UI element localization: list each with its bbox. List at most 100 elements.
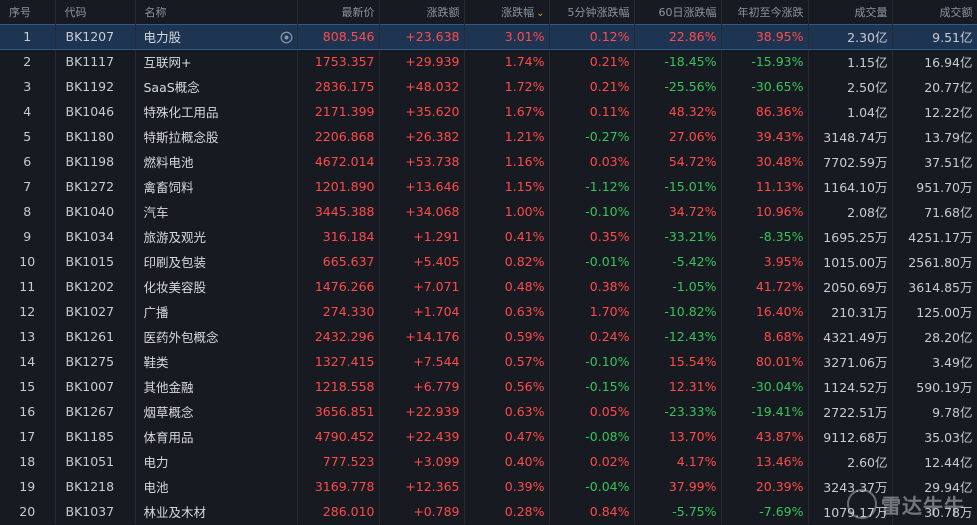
cell-idx-text: 9 <box>23 229 32 244</box>
col-header-pct[interactable]: 涨跌幅 ⌄ <box>464 0 550 24</box>
cell-amount-text: 37.51亿 <box>924 155 973 170</box>
cell-idx: 10 <box>0 249 56 274</box>
cell-d60: -25.56% <box>634 74 722 99</box>
col-header-min5[interactable]: 5分钟涨跌幅 <box>549 0 635 24</box>
cell-code: BK1117 <box>55 49 136 74</box>
cell-min5: 0.12% <box>549 23 635 50</box>
cell-ytd: -15.93% <box>721 49 809 74</box>
table-row[interactable]: 5 BK1180 特斯拉概念股 2206.868 +26.382 1.21% -0.27% 2… <box>0 124 977 149</box>
cell-amount-text: 20.77亿 <box>924 80 973 95</box>
table-body: 1 BK1207 电力股 808.546 +23.638 3.01% 0.12% 22.86%… <box>0 23 977 524</box>
col-header-code[interactable]: 代码 <box>55 0 136 24</box>
cell-price: 1201.890 <box>297 174 380 199</box>
table-row[interactable]: 1 BK1207 电力股 808.546 +23.638 3.01% 0.12% 22.86%… <box>0 23 977 50</box>
cell-ytd-text: -8.35% <box>759 229 804 244</box>
cell-ytd: 30.48% <box>721 149 809 174</box>
cell-name: 旅游及观光 <box>135 224 298 249</box>
table-row[interactable]: 4 BK1046 特殊化工用品 2171.399 +35.620 1.67% 0.11% 48… <box>0 99 977 124</box>
cell-pct: 1.15% <box>464 174 550 199</box>
table-row[interactable]: 3 BK1192 SaaS概念 2836.175 +48.032 1.72% 0.21% -2… <box>0 74 977 99</box>
cell-name: 禽畜饲料 <box>135 174 298 199</box>
table-row[interactable]: 12 BK1027 广播 274.330 +1.704 0.63% 1.70% -10.82%… <box>0 299 977 324</box>
cell-code-text: BK1051 <box>65 454 115 469</box>
cell-pct: 1.21% <box>464 124 550 149</box>
col-header-amount[interactable]: 成交额 <box>892 0 977 24</box>
cell-d60: 27.06% <box>634 124 722 149</box>
col-header-ytd[interactable]: 年初至今涨跌 <box>721 0 809 24</box>
cell-pct: 1.72% <box>464 74 550 99</box>
cell-amount: 9.78亿 <box>892 399 977 424</box>
cell-d60: 12.31% <box>634 374 722 399</box>
cell-price-text: 665.637 <box>322 254 375 269</box>
col-header-idx[interactable]: 序号 <box>0 0 56 24</box>
cell-change: +22.939 <box>379 399 465 424</box>
cell-volume-text: 1079.17万 <box>823 505 888 520</box>
table-row[interactable]: 15 BK1007 其他金融 1218.558 +6.779 0.56% -0.15% 12.… <box>0 374 977 399</box>
cell-min5-text: 0.21% <box>589 79 630 94</box>
col-header-change[interactable]: 涨跌额 <box>379 0 465 24</box>
table-row[interactable]: 6 BK1198 燃料电池 4672.014 +53.738 1.16% 0.03% 54.7… <box>0 149 977 174</box>
table-row[interactable]: 9 BK1034 旅游及观光 316.184 +1.291 0.41% 0.35% -33.2… <box>0 224 977 249</box>
cell-change: +13.646 <box>379 174 465 199</box>
table-row[interactable]: 13 BK1261 医药外包概念 2432.296 +14.176 0.59% 0.24% -… <box>0 324 977 349</box>
cell-price: 2836.175 <box>297 74 380 99</box>
cell-change-text: +48.032 <box>405 79 460 94</box>
cell-pct: 0.47% <box>464 424 550 449</box>
cell-code: BK1202 <box>55 274 136 299</box>
table-row[interactable]: 20 BK1037 林业及木材 286.010 +0.789 0.28% 0.84% -5.7… <box>0 499 977 524</box>
cell-idx-text: 6 <box>23 154 32 169</box>
cell-name: 电池 <box>135 474 298 499</box>
table-row[interactable]: 10 BK1015 印刷及包装 665.637 +5.405 0.82% -0.01% -5.… <box>0 249 977 274</box>
cell-d60-text: 34.72% <box>668 204 717 219</box>
cell-min5-text: 0.11% <box>589 104 630 119</box>
cell-min5-text: -0.10% <box>585 204 630 219</box>
cell-pct-text: 0.63% <box>504 304 545 319</box>
cell-min5-text: 0.84% <box>589 504 630 519</box>
cell-price-text: 3656.851 <box>314 404 375 419</box>
col-header-name[interactable]: 名称 <box>135 0 298 24</box>
cell-ytd-text: 86.36% <box>755 104 804 119</box>
table-row[interactable]: 16 BK1267 烟草概念 3656.851 +22.939 0.63% 0.05% -23… <box>0 399 977 424</box>
cell-idx: 6 <box>0 149 56 174</box>
table-row[interactable]: 18 BK1051 电力 777.523 +3.099 0.40% 0.02% 4.17% 13… <box>0 449 977 474</box>
table-row[interactable]: 11 BK1202 化妆美容股 1476.266 +7.071 0.48% 0.38% -1.… <box>0 274 977 299</box>
cell-idx-text: 20 <box>19 504 36 519</box>
cell-amount: 125.00万 <box>892 299 977 324</box>
cell-name: 体育用品 <box>135 424 298 449</box>
cell-name: 其他金融 <box>135 374 298 399</box>
cell-price: 3445.388 <box>297 199 380 224</box>
cell-name-text: 互联网+ <box>143 55 192 71</box>
table-row[interactable]: 19 BK1218 电池 3169.778 +12.365 0.39% -0.04% 37.9… <box>0 474 977 499</box>
cell-amount-text: 29.94亿 <box>924 480 973 495</box>
cell-change-text: +29.939 <box>405 54 460 70</box>
cell-name: SaaS概念 <box>135 74 298 99</box>
cell-min5: -0.01% <box>549 249 635 274</box>
cell-volume: 1015.00万 <box>808 249 893 274</box>
col-header-volume[interactable]: 成交量 <box>808 0 893 24</box>
cell-amount: 4251.17万 <box>892 224 977 249</box>
cell-name-text: 印刷及包装 <box>143 255 207 270</box>
cell-min5-text: 0.03% <box>589 154 630 169</box>
cell-d60: -10.82% <box>634 299 722 324</box>
table-row[interactable]: 14 BK1275 鞋类 1327.415 +7.544 0.57% -0.10% 15.54… <box>0 349 977 374</box>
cell-amount: 71.68亿 <box>892 199 977 224</box>
col-header-d60[interactable]: 60日涨跌幅 <box>634 0 722 24</box>
table-row[interactable]: 8 BK1040 汽车 3445.388 +34.068 1.00% -0.10% 34.72… <box>0 199 977 224</box>
eye-icon[interactable] <box>280 31 293 44</box>
cell-change-text: +34.068 <box>405 204 460 219</box>
cell-pct-text: 3.01% <box>504 29 545 44</box>
cell-pct-text: 0.41% <box>504 229 545 244</box>
cell-volume-text: 2.50亿 <box>847 80 888 95</box>
cell-pct-text: 1.67% <box>504 104 545 119</box>
cell-name: 互联网+ <box>135 49 298 74</box>
table-row[interactable]: 7 BK1272 禽畜饲料 1201.890 +13.646 1.15% -1.12% -15… <box>0 174 977 199</box>
cell-code: BK1007 <box>55 374 136 399</box>
table-row[interactable]: 2 BK1117 互联网+ 1753.357 +29.939 1.74% 0.21% -18.… <box>0 49 977 74</box>
cell-pct-text: 0.63% <box>504 404 545 419</box>
cell-min5-text: 0.24% <box>589 329 630 344</box>
col-header-price[interactable]: 最新价 <box>297 0 380 24</box>
cell-pct: 1.74% <box>464 49 550 74</box>
table-row[interactable]: 17 BK1185 体育用品 4790.452 +22.439 0.47% -0.08% 13… <box>0 424 977 449</box>
cell-min5: -1.12% <box>549 174 635 199</box>
cell-ytd-text: 43.87% <box>755 429 804 444</box>
